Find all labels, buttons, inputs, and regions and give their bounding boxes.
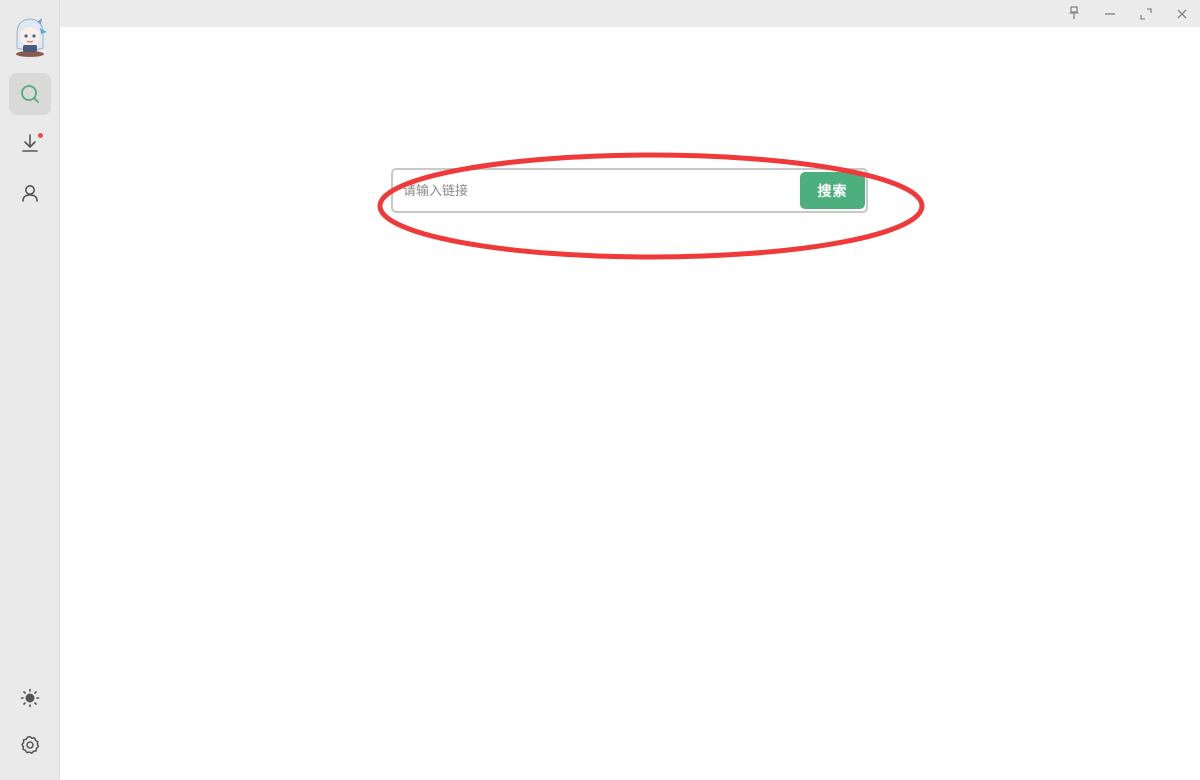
notification-dot	[38, 133, 43, 138]
minimize-icon	[1104, 5, 1116, 24]
minimize-button[interactable]	[1098, 2, 1122, 26]
search-icon	[20, 84, 40, 104]
avatar[interactable]	[11, 14, 49, 58]
title-bar[interactable]	[60, 0, 1200, 27]
download-icon	[20, 133, 40, 153]
link-input[interactable]	[399, 176, 797, 206]
search-button[interactable]: 搜索	[800, 172, 865, 209]
maximize-button[interactable]	[1134, 2, 1158, 26]
gear-icon	[20, 735, 40, 755]
sidebar-item-settings[interactable]	[9, 724, 51, 766]
sidebar-item-theme[interactable]	[9, 677, 51, 719]
sidebar-item-search[interactable]	[9, 73, 51, 115]
sun-icon	[20, 688, 40, 708]
close-icon	[1176, 5, 1188, 24]
sidebar-item-download[interactable]	[9, 122, 51, 164]
maximize-icon	[1140, 5, 1152, 24]
pin-button[interactable]	[1062, 2, 1086, 26]
sidebar-item-user[interactable]	[9, 172, 51, 214]
close-button[interactable]	[1170, 2, 1194, 26]
user-icon	[20, 183, 40, 203]
app-window: 搜索	[0, 0, 1200, 780]
pin-icon	[1068, 5, 1080, 24]
search-bar: 搜索	[391, 168, 868, 213]
sidebar	[0, 0, 60, 780]
